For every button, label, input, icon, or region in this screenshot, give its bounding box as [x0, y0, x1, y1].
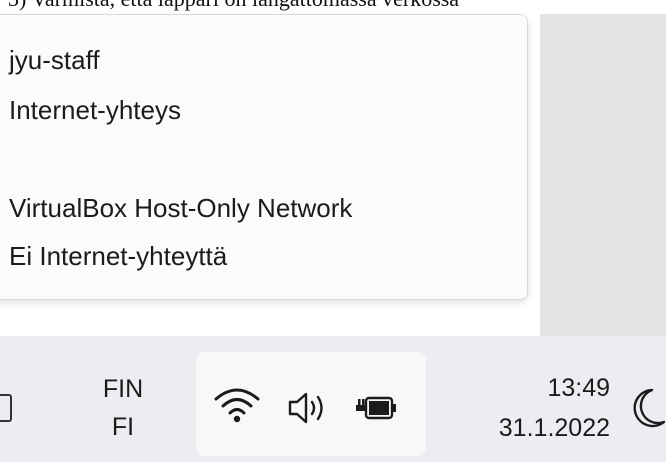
- battery-charging-icon: [356, 396, 396, 420]
- clock[interactable]: 13:49 31.1.2022: [440, 368, 610, 448]
- network-name-virtualbox[interactable]: VirtualBox Host-Only Network: [9, 193, 352, 224]
- keyboard-layout-code: FI: [111, 413, 135, 441]
- wifi-icon: [214, 388, 260, 423]
- network-flyout: jyu-staff Internet-yhteys VirtualBox Hos…: [0, 14, 528, 300]
- moon-icon[interactable]: [630, 386, 666, 430]
- show-desktop-icon[interactable]: [0, 394, 12, 422]
- network-name-jyu-staff[interactable]: jyu-staff: [9, 45, 100, 76]
- language-code: FIN: [102, 375, 144, 403]
- network-status-virtualbox: Ei Internet-yhteyttä: [9, 241, 228, 271]
- network-status-jyu-staff: Internet-yhteys: [9, 95, 181, 125]
- clock-date: 31.1.2022: [498, 414, 610, 442]
- document-text-line: 3) Varmista, että läppäri on langattomas…: [8, 0, 459, 12]
- document-text-fragment: 3) Varmista, että läppäri on langattomas…: [0, 0, 666, 14]
- volume-icon: [288, 392, 323, 424]
- input-language-indicator[interactable]: FIN FI: [90, 370, 156, 446]
- clock-time: 13:49: [547, 374, 610, 402]
